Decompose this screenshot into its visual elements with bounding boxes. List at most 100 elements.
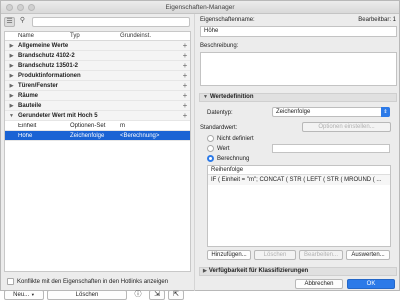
group-name: Allgemeine Werte: [18, 42, 69, 49]
delete-button[interactable]: Löschen: [47, 290, 127, 300]
new-button-label: Neu...: [13, 292, 30, 298]
property-name-label: Eigenschaftenname:: [200, 17, 255, 23]
property-name: Höhe: [18, 132, 33, 139]
value-definition-section[interactable]: ▼ Wertedefinition: [199, 93, 397, 102]
radio-calculation[interactable]: Berechnung: [207, 155, 249, 162]
add-property-icon[interactable]: +: [180, 101, 190, 110]
radio-value-label: Wert: [217, 145, 230, 152]
property-default: m: [120, 122, 125, 129]
add-property-icon[interactable]: +: [180, 51, 190, 60]
add-property-icon[interactable]: +: [180, 81, 190, 90]
evaluate-formula-button[interactable]: Auswerten...: [346, 250, 390, 260]
radio-circle[interactable]: [207, 145, 214, 152]
group-row[interactable]: ▶ Brandschutz 4102-2 +: [5, 51, 190, 61]
group-name: Bauteile: [18, 102, 42, 109]
classification-availability-title: Verfügbarkeit für Klassifizierungen: [208, 268, 309, 274]
search-input[interactable]: [32, 17, 190, 27]
disclosure-right-icon[interactable]: ▶: [5, 63, 18, 69]
disclosure-down-icon[interactable]: ▼: [203, 94, 208, 101]
group-name: Türen/Fenster: [18, 82, 59, 89]
radio-calculation-label: Berechnung: [217, 155, 250, 162]
formula-list-header: Reihenfolge: [208, 166, 390, 175]
disclosure-right-icon[interactable]: ▶: [5, 103, 18, 109]
list-actions: Neu... ▼ Löschen ⓘ ⇲ ⇱: [4, 290, 191, 300]
default-value-label: Standardwert:: [200, 125, 238, 131]
list-view-icon[interactable]: ☰: [4, 17, 15, 27]
header-type[interactable]: Typ: [70, 33, 120, 39]
minimize-window-button[interactable]: [17, 4, 24, 11]
description-field[interactable]: [200, 52, 397, 86]
ok-button[interactable]: OK: [347, 279, 395, 289]
window-controls: [6, 4, 35, 11]
disclosure-right-icon[interactable]: ▶: [5, 53, 18, 59]
info-icon[interactable]: ⓘ: [130, 290, 146, 300]
property-type: Optionen-Set: [70, 122, 106, 129]
group-name: Räume: [18, 92, 39, 99]
set-options-button[interactable]: Optionen einstellen...: [302, 122, 391, 132]
group-row[interactable]: ▶ Produktinformationen +: [5, 71, 190, 81]
datatype-select[interactable]: Zeichenfolge ⇕: [272, 107, 390, 117]
classification-availability-section[interactable]: ▶ Verfügbarkeit für Klassifizierungen: [199, 267, 397, 276]
property-detail-panel: Eigenschaftenname: Bearbeitbar: 1 Höhe B…: [194, 14, 400, 291]
search-icon[interactable]: ⚲: [17, 17, 28, 27]
group-row[interactable]: ▶ Brandschutz 13501-2 +: [5, 61, 190, 71]
group-row[interactable]: ▶ Türen/Fenster +: [5, 81, 190, 91]
zoom-window-button[interactable]: [28, 4, 35, 11]
radio-not-defined[interactable]: Nicht definiert: [207, 135, 254, 142]
group-row[interactable]: ▶ Räume +: [5, 91, 190, 101]
disclosure-right-icon[interactable]: ▶: [203, 268, 207, 275]
datatype-label: Datentyp:: [207, 110, 233, 116]
window-title: Eigenschaften-Manager: [165, 4, 235, 11]
new-button[interactable]: Neu... ▼: [4, 290, 44, 300]
export-icon[interactable]: ⇱: [168, 290, 184, 300]
datatype-value: Zeichenfolge: [276, 109, 311, 115]
import-icon[interactable]: ⇲: [149, 290, 165, 300]
hotlink-conflicts-checkbox[interactable]: [7, 278, 14, 285]
properties-manager-window: Eigenschaften-Manager ☰ ⚲ Name Typ Grund…: [0, 0, 400, 300]
property-name-field[interactable]: Höhe: [200, 26, 397, 37]
group-row[interactable]: ▶ Allgemeine Werte +: [5, 41, 190, 51]
hotlink-conflicts-option[interactable]: Konflikte mit den Eigenschaften in den H…: [7, 278, 168, 285]
chevron-down-icon: ▼: [30, 292, 35, 297]
property-type: Zeichenfolge: [70, 132, 105, 139]
radio-value[interactable]: Wert: [207, 145, 230, 152]
radio-circle[interactable]: [207, 135, 214, 142]
group-row[interactable]: ▶ Bauteile +: [5, 101, 190, 111]
property-row[interactable]: Einheit Optionen-Set m: [5, 121, 190, 131]
add-property-icon[interactable]: +: [180, 111, 190, 120]
cancel-button[interactable]: Abbrechen: [295, 279, 343, 289]
edit-formula-button[interactable]: Bearbeiten...: [299, 250, 343, 260]
disclosure-right-icon[interactable]: ▶: [5, 73, 18, 79]
list-header: Name Typ Grundeinst.: [5, 32, 190, 41]
add-property-icon[interactable]: +: [180, 61, 190, 70]
property-list-panel: ☰ ⚲ Name Typ Grundeinst. ▶ Allgemeine Wer…: [1, 14, 194, 300]
remove-formula-button[interactable]: Löschen: [254, 250, 296, 260]
header-default[interactable]: Grundeinst.: [120, 33, 180, 39]
header-name[interactable]: Name: [18, 33, 70, 39]
view-toolbar: ☰ ⚲: [4, 17, 28, 27]
formula-row[interactable]: IF ( Einheit = "m"; CONCAT ( STR ( LEFT …: [208, 175, 390, 185]
group-row-expanded[interactable]: ▼ Gerundeter Wert mit Hoch 5 +: [5, 111, 190, 121]
add-property-icon[interactable]: +: [180, 91, 190, 100]
disclosure-down-icon[interactable]: ▼: [5, 113, 18, 119]
property-row-selected[interactable]: Höhe Zeichenfolge <Berechnung>: [5, 131, 190, 141]
close-window-button[interactable]: [6, 4, 13, 11]
group-name: Brandschutz 13501-2: [18, 62, 79, 69]
editable-count: Bearbeitbar: 1: [358, 17, 396, 23]
title-bar: Eigenschaften-Manager: [1, 1, 399, 14]
disclosure-right-icon[interactable]: ▶: [5, 83, 18, 89]
property-tree: Name Typ Grundeinst. ▶ Allgemeine Werte + …: [4, 31, 191, 272]
property-name: Einheit: [18, 122, 37, 129]
radio-not-defined-label: Nicht definiert: [217, 135, 254, 142]
add-property-icon[interactable]: +: [180, 71, 190, 80]
hotlink-conflicts-label: Konflikte mit den Eigenschaften in den H…: [17, 278, 169, 285]
description-label: Beschreibung:: [200, 43, 239, 49]
radio-circle-selected[interactable]: [207, 155, 214, 162]
group-name: Produktinformationen: [18, 72, 81, 79]
add-formula-button[interactable]: Hinzufügen...: [207, 250, 251, 260]
value-input[interactable]: [272, 144, 390, 153]
disclosure-right-icon[interactable]: ▶: [5, 93, 18, 99]
add-property-icon[interactable]: +: [180, 41, 190, 50]
disclosure-right-icon[interactable]: ▶: [5, 43, 18, 49]
group-name: Gerundeter Wert mit Hoch 5: [18, 112, 98, 119]
